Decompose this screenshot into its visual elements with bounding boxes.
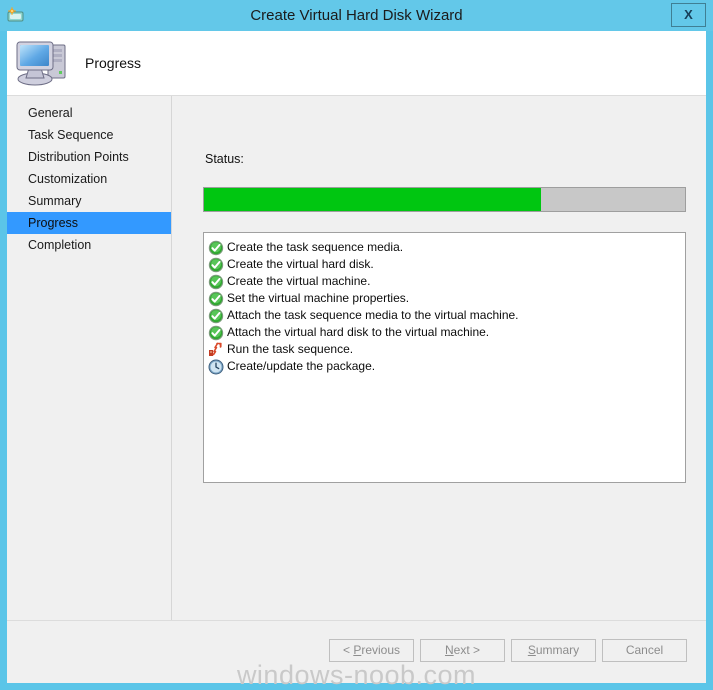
clock-pending-icon — [208, 359, 224, 375]
green-check-icon — [208, 274, 224, 290]
task-label: Attach the virtual hard disk to the virt… — [227, 325, 490, 339]
progress-bar-fill — [204, 188, 541, 211]
task-label: Set the virtual machine properties. — [227, 291, 410, 305]
task-row: Set the virtual machine properties. — [208, 290, 685, 307]
task-label: Run the task sequence. — [227, 342, 354, 356]
previous-button[interactable]: < Previous — [329, 639, 414, 662]
green-check-icon — [208, 257, 224, 273]
sidebar-item-summary[interactable]: Summary — [7, 190, 171, 212]
cancel-button[interactable]: Cancel — [602, 639, 687, 662]
close-icon[interactable]: X — [671, 3, 706, 27]
task-label: Create/update the package. — [227, 359, 376, 373]
green-check-icon — [208, 240, 224, 256]
computer-icon — [15, 37, 73, 89]
wizard-window: Create Virtual Hard Disk Wizard X Progre… — [0, 0, 713, 690]
green-check-icon — [208, 308, 224, 324]
title-bar: Create Virtual Hard Disk Wizard X — [0, 0, 713, 31]
wizard-body: General Task Sequence Distribution Points C… — [7, 96, 706, 683]
task-row: Attach the virtual hard disk to the virt… — [208, 324, 685, 341]
wizard-content: Status: Create the task sequence media. C… — [173, 96, 706, 683]
status-label: Status: — [205, 152, 244, 166]
task-row: Create the virtual machine. — [208, 273, 685, 290]
sidebar-item-general[interactable]: General — [7, 102, 171, 124]
sidebar-item-distribution-points[interactable]: Distribution Points — [7, 146, 171, 168]
sidebar-item-task-sequence[interactable]: Task Sequence — [7, 124, 171, 146]
task-label: Attach the task sequence media to the vi… — [227, 308, 519, 322]
summary-button[interactable]: Summary — [511, 639, 596, 662]
client-area: Progress General Task Sequence Distributio… — [7, 31, 706, 683]
sidebar-item-completion[interactable]: Completion — [7, 234, 171, 256]
task-row: Create the virtual hard disk. — [208, 256, 685, 273]
sidebar-item-progress[interactable]: Progress — [7, 212, 171, 234]
window-title: Create Virtual Hard Disk Wizard — [250, 7, 463, 24]
task-row: Create/update the package. — [208, 358, 685, 375]
running-task-icon — [208, 342, 224, 358]
task-row: Attach the task sequence media to the vi… — [208, 307, 685, 324]
progress-bar — [203, 187, 686, 212]
task-label: Create the virtual machine. — [227, 274, 371, 288]
wizard-footer: < Previous Next > Summary Cancel — [7, 620, 706, 683]
task-row: Create the task sequence media. — [208, 239, 685, 256]
sidebar-item-customization[interactable]: Customization — [7, 168, 171, 190]
next-button[interactable]: Next > — [420, 639, 505, 662]
task-label: Create the virtual hard disk. — [227, 257, 374, 271]
wizard-header: Progress — [7, 31, 706, 96]
task-row: Run the task sequence. — [208, 341, 685, 358]
green-check-icon — [208, 291, 224, 307]
task-list: Create the task sequence media. Create th… — [203, 232, 686, 483]
wizard-steps-sidebar: General Task Sequence Distribution Points C… — [7, 96, 172, 683]
page-title: Progress — [85, 55, 142, 71]
task-label: Create the task sequence media. — [227, 240, 404, 254]
green-check-icon — [208, 325, 224, 341]
